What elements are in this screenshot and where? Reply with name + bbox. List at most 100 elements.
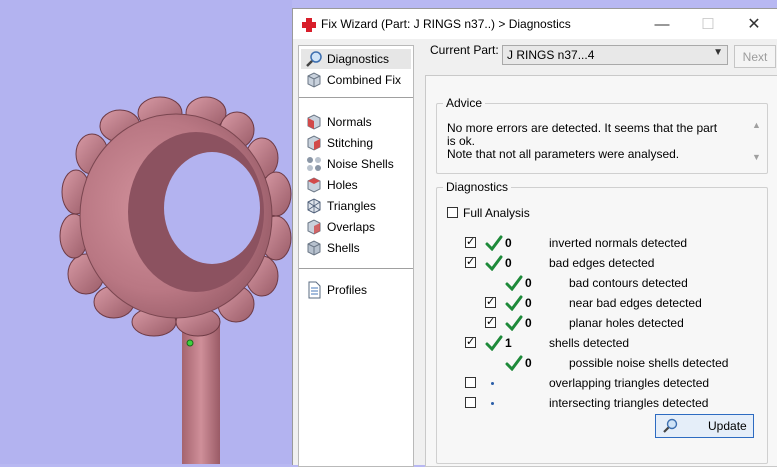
diagnostics-panel: Advice No more errors are detected. It s… xyxy=(425,75,777,467)
advice-line: No more errors are detected. It seems th… xyxy=(447,121,718,148)
row-count: 0 xyxy=(505,256,512,270)
row-checkbox[interactable] xyxy=(465,235,476,248)
fix-wizard-dialog: Fix Wizard (Part: J RINGS n37..) > Diagn… xyxy=(292,8,777,467)
nav-label: Overlaps xyxy=(327,220,376,234)
nav-item-combined-fix[interactable]: Combined Fix xyxy=(301,70,411,90)
row-count: 0 xyxy=(525,296,532,310)
diagnostic-row: overlapping triangles detected xyxy=(437,374,757,392)
nav-item-triangles[interactable]: Triangles xyxy=(301,196,411,216)
nav-item-holes[interactable]: Holes xyxy=(301,175,411,195)
diagnostic-row: 0 bad contours detected xyxy=(437,274,757,292)
next-button[interactable]: Next xyxy=(734,45,776,68)
chevron-down-icon: ▼ xyxy=(713,47,723,58)
row-label: possible noise shells detected xyxy=(569,356,729,370)
magnifier-icon xyxy=(663,418,678,433)
nav-item-normals[interactable]: Normals xyxy=(301,112,411,132)
row-count: 0 xyxy=(525,316,532,330)
nav-label: Profiles xyxy=(327,283,368,297)
nav-label: Stitching xyxy=(327,136,374,150)
diagnostic-row: intersecting triangles detected xyxy=(437,394,757,412)
maximize-button[interactable]: ☐ xyxy=(685,9,731,39)
nav-label: Diagnostics xyxy=(327,52,390,66)
row-checkbox[interactable] xyxy=(465,377,476,388)
close-button[interactable]: ✕ xyxy=(731,9,777,39)
3d-viewport[interactable] xyxy=(0,0,292,464)
update-label: Update xyxy=(708,419,747,433)
row-checkbox[interactable] xyxy=(465,397,476,408)
nav-divider xyxy=(299,97,413,98)
not-run-dot-icon xyxy=(491,382,494,385)
diagnostic-row: 0 planar holes detected xyxy=(437,314,757,332)
nav-label: Combined Fix xyxy=(327,73,402,87)
nav-item-shells[interactable]: Shells xyxy=(301,238,411,258)
nav-label: Normals xyxy=(327,115,372,129)
diagnostic-row: 0 possible noise shells detected xyxy=(437,354,757,372)
row-label: inverted normals detected xyxy=(549,236,688,250)
checkmark-icon xyxy=(505,295,523,311)
checkmark-icon xyxy=(485,335,503,351)
scroll-down-icon[interactable]: ▼ xyxy=(752,152,761,162)
nav-divider xyxy=(299,268,413,269)
advice-group: Advice No more errors are detected. It s… xyxy=(436,96,768,174)
row-checkbox[interactable] xyxy=(485,315,496,328)
nav-label: Triangles xyxy=(327,199,376,213)
nav-label: Shells xyxy=(327,241,360,255)
wizard-nav: Diagnostics Combined Fix Normals Stitchi… xyxy=(298,45,414,467)
window-title: Fix Wizard (Part: J RINGS n37..) > Diagn… xyxy=(321,17,571,31)
red-cross-icon xyxy=(302,18,316,32)
row-checkbox[interactable] xyxy=(485,295,496,308)
nav-item-stitching[interactable]: Stitching xyxy=(301,133,411,153)
row-checkbox[interactable] xyxy=(465,255,476,268)
magnifier-icon xyxy=(306,51,322,67)
row-count: 0 xyxy=(525,276,532,290)
checkmark-icon xyxy=(485,255,503,271)
diagnostics-legend: Diagnostics xyxy=(446,180,509,194)
row-label: shells detected xyxy=(549,336,630,350)
row-count: 0 xyxy=(525,356,532,370)
checkmark-icon xyxy=(505,275,523,291)
diagnostic-row: 0 near bad edges detected xyxy=(437,294,757,312)
nav-label: Holes xyxy=(327,178,358,192)
cube-icon xyxy=(307,72,321,88)
row-label: bad edges detected xyxy=(549,256,655,270)
nav-item-profiles[interactable]: Profiles xyxy=(301,280,411,300)
checkmark-icon xyxy=(505,355,523,371)
minimize-button[interactable]: — xyxy=(639,9,685,39)
nav-item-overlaps[interactable]: Overlaps xyxy=(301,217,411,237)
diagnostic-row: 0 bad edges detected xyxy=(437,254,757,272)
part-select[interactable]: J RINGS n37...4 ▼ xyxy=(502,45,728,65)
row-checkbox[interactable] xyxy=(465,335,476,348)
title-bar[interactable]: Fix Wizard (Part: J RINGS n37..) > Diagn… xyxy=(293,9,777,39)
checkmark-icon xyxy=(505,315,523,331)
part-select-value: J RINGS n37...4 xyxy=(507,48,595,62)
current-part-label: Current Part: xyxy=(430,43,499,57)
diagnostic-row: 0 inverted normals detected xyxy=(437,234,757,252)
not-run-dot-icon xyxy=(491,402,494,405)
stitching-cube-icon xyxy=(307,135,321,151)
row-label: intersecting triangles detected xyxy=(549,396,709,410)
shells-cube-icon xyxy=(307,240,321,256)
nav-label: Noise Shells xyxy=(327,157,394,171)
nav-item-noise-shells[interactable]: Noise Shells xyxy=(301,154,411,174)
overlaps-cube-icon xyxy=(307,219,321,235)
row-count: 1 xyxy=(505,336,512,350)
row-label: overlapping triangles detected xyxy=(549,376,710,390)
checkmark-icon xyxy=(485,235,503,251)
diagnostic-row: 1 shells detected xyxy=(437,334,757,352)
holes-cube-icon xyxy=(307,177,321,193)
scroll-up-icon[interactable]: ▲ xyxy=(752,120,761,130)
ring-model xyxy=(59,96,292,464)
full-analysis-checkbox[interactable] xyxy=(447,207,458,218)
row-count: 0 xyxy=(505,236,512,250)
full-analysis-label: Full Analysis xyxy=(463,206,530,220)
row-label: bad contours detected xyxy=(569,276,688,290)
advice-text: No more errors are detected. It seems th… xyxy=(447,122,727,161)
advice-scrollbar[interactable]: ▲ ▼ xyxy=(751,120,763,166)
noise-shells-icon xyxy=(307,157,321,171)
full-analysis-option[interactable]: Full Analysis xyxy=(445,204,645,222)
normals-cube-icon xyxy=(307,114,321,130)
row-label: near bad edges detected xyxy=(569,296,702,310)
update-button[interactable]: Update xyxy=(655,414,754,438)
document-icon xyxy=(308,281,321,299)
nav-item-diagnostics[interactable]: Diagnostics xyxy=(301,49,411,69)
